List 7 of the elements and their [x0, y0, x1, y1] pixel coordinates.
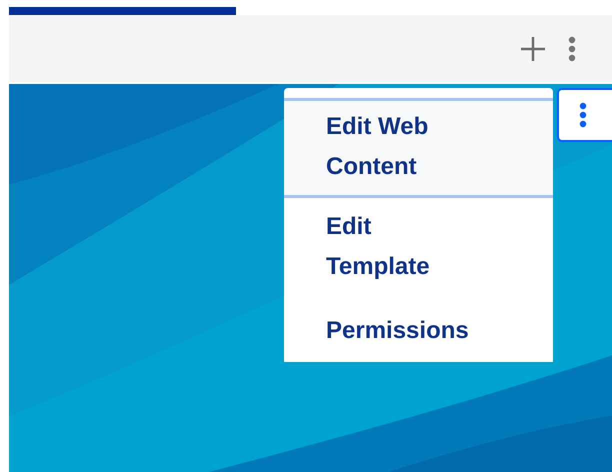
more-icon: [568, 36, 576, 62]
more-icon: [579, 102, 587, 128]
actions-button[interactable]: [557, 88, 612, 142]
menu-item[interactable]: Edit Web Content: [284, 98, 553, 198]
more-button[interactable]: [568, 36, 576, 62]
add-button[interactable]: [520, 36, 546, 62]
plus-icon: [520, 36, 546, 62]
